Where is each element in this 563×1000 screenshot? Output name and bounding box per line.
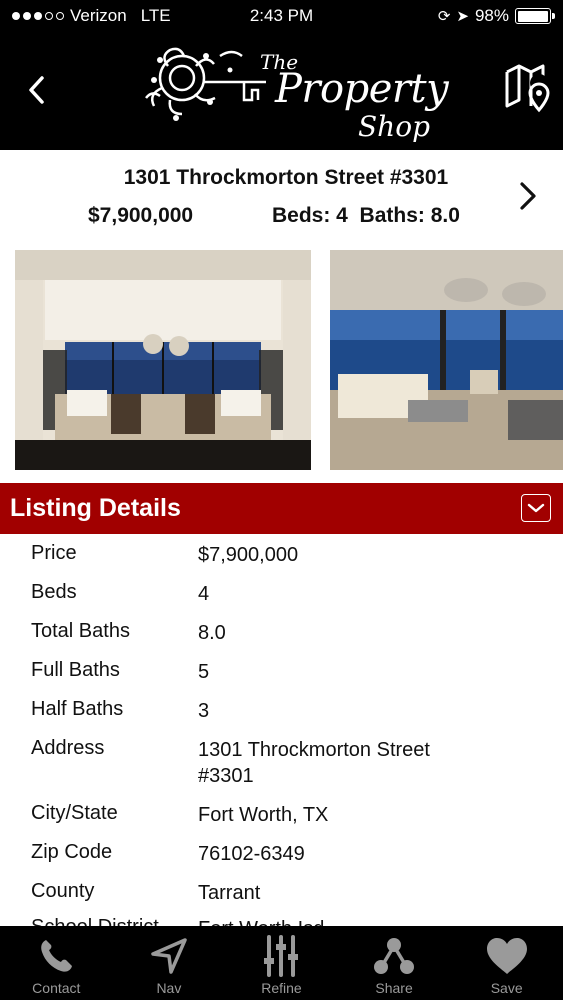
photo-gallery[interactable] [0,250,563,470]
detail-value: 4 [198,583,210,605]
detail-value: 8.0 [198,622,226,644]
detail-value: $7,900,000 [198,544,299,566]
phone-icon [34,934,78,978]
tab-label: Save [490,980,523,996]
status-right: ⟳ ➤ 98% [437,6,555,26]
listing-beds-baths: Beds: 4 Baths: 8.0 [272,204,460,227]
detail-key: City/State [31,802,118,824]
app-header: The Property Shop [0,32,563,150]
tab-label: Nav [156,980,182,996]
map-button[interactable] [503,62,553,116]
listing-details-header[interactable]: Listing Details [0,483,563,534]
listing-address: 1301 Throckmorton Street #3301 [123,166,449,189]
detail-value: Tarrant [198,882,261,904]
listing-price: $7,900,000 [88,204,194,227]
tab-refine[interactable]: Refine [225,926,338,1000]
navigation-arrow-icon [147,934,191,978]
detail-value: Fort Worth Isd [198,916,528,926]
signal-strength-icon [12,12,64,20]
detail-key: Zip Code [31,841,113,863]
section-title: Listing Details [10,494,181,522]
key-ornament-icon [145,47,266,121]
lounge-photo [330,250,563,470]
property-shop-logo: The Property Shop [140,38,449,146]
detail-key: Full Baths [31,659,120,681]
location-arrow-icon: ➤ [456,8,469,25]
logo-text-shop: Shop [358,110,430,143]
tab-label: Contact [32,980,81,996]
living-room-photo [15,250,311,470]
detail-value: 3 [198,700,210,722]
detail-value: 5 [198,661,210,683]
heart-icon [485,934,529,978]
network-type: LTE [140,6,171,25]
battery-percent: 98% [474,6,509,25]
status-bar: Verizon LTE 2:43 PM ⟳ ➤ 98% [0,0,563,32]
bottom-tab-bar: Contact Nav Refine Share Save [0,926,563,1000]
tab-label: Share [375,980,413,996]
detail-key: Beds [31,581,77,603]
detail-key: Price [31,542,77,564]
collapse-toggle-button[interactable] [521,494,551,522]
detail-value: 1301 Throckmorton Street #3301 [198,739,430,787]
listing-details-list[interactable]: Price $7,900,000 Beds 4 Total Baths 8.0 … [0,534,563,926]
detail-value: 76102-6349 [198,843,305,865]
map-pin-icon [505,64,550,113]
sliders-icon [259,934,303,978]
detail-key: Address [31,737,105,759]
tab-share[interactable]: Share [338,926,451,1000]
tab-contact[interactable]: Contact [0,926,113,1000]
listing-summary: 1301 Throckmorton Street #3301 $7,900,00… [0,150,563,242]
chevron-down-icon [527,503,545,513]
chevron-left-icon [29,76,44,104]
next-listing-button[interactable] [513,178,543,214]
listing-photo-lounge[interactable] [330,250,563,470]
detail-key: Half Baths [31,698,124,720]
detail-key: County [31,880,95,902]
logo-text-property: Property [275,66,449,112]
status-left: Verizon LTE [12,6,171,26]
orientation-lock-icon: ⟳ [437,8,451,25]
back-button[interactable] [18,68,54,112]
tab-nav[interactable]: Nav [113,926,226,1000]
carrier-name: Verizon [70,6,127,25]
tab-label: Refine [261,980,302,996]
listing-photo-living-room[interactable] [15,250,311,470]
tab-save[interactable]: Save [450,926,563,1000]
detail-key: Total Baths [31,620,130,642]
share-icon [372,934,416,978]
chevron-right-icon [520,182,536,210]
detail-key: School District [31,916,159,926]
detail-value: Fort Worth, TX [198,804,329,826]
battery-icon [515,8,555,24]
